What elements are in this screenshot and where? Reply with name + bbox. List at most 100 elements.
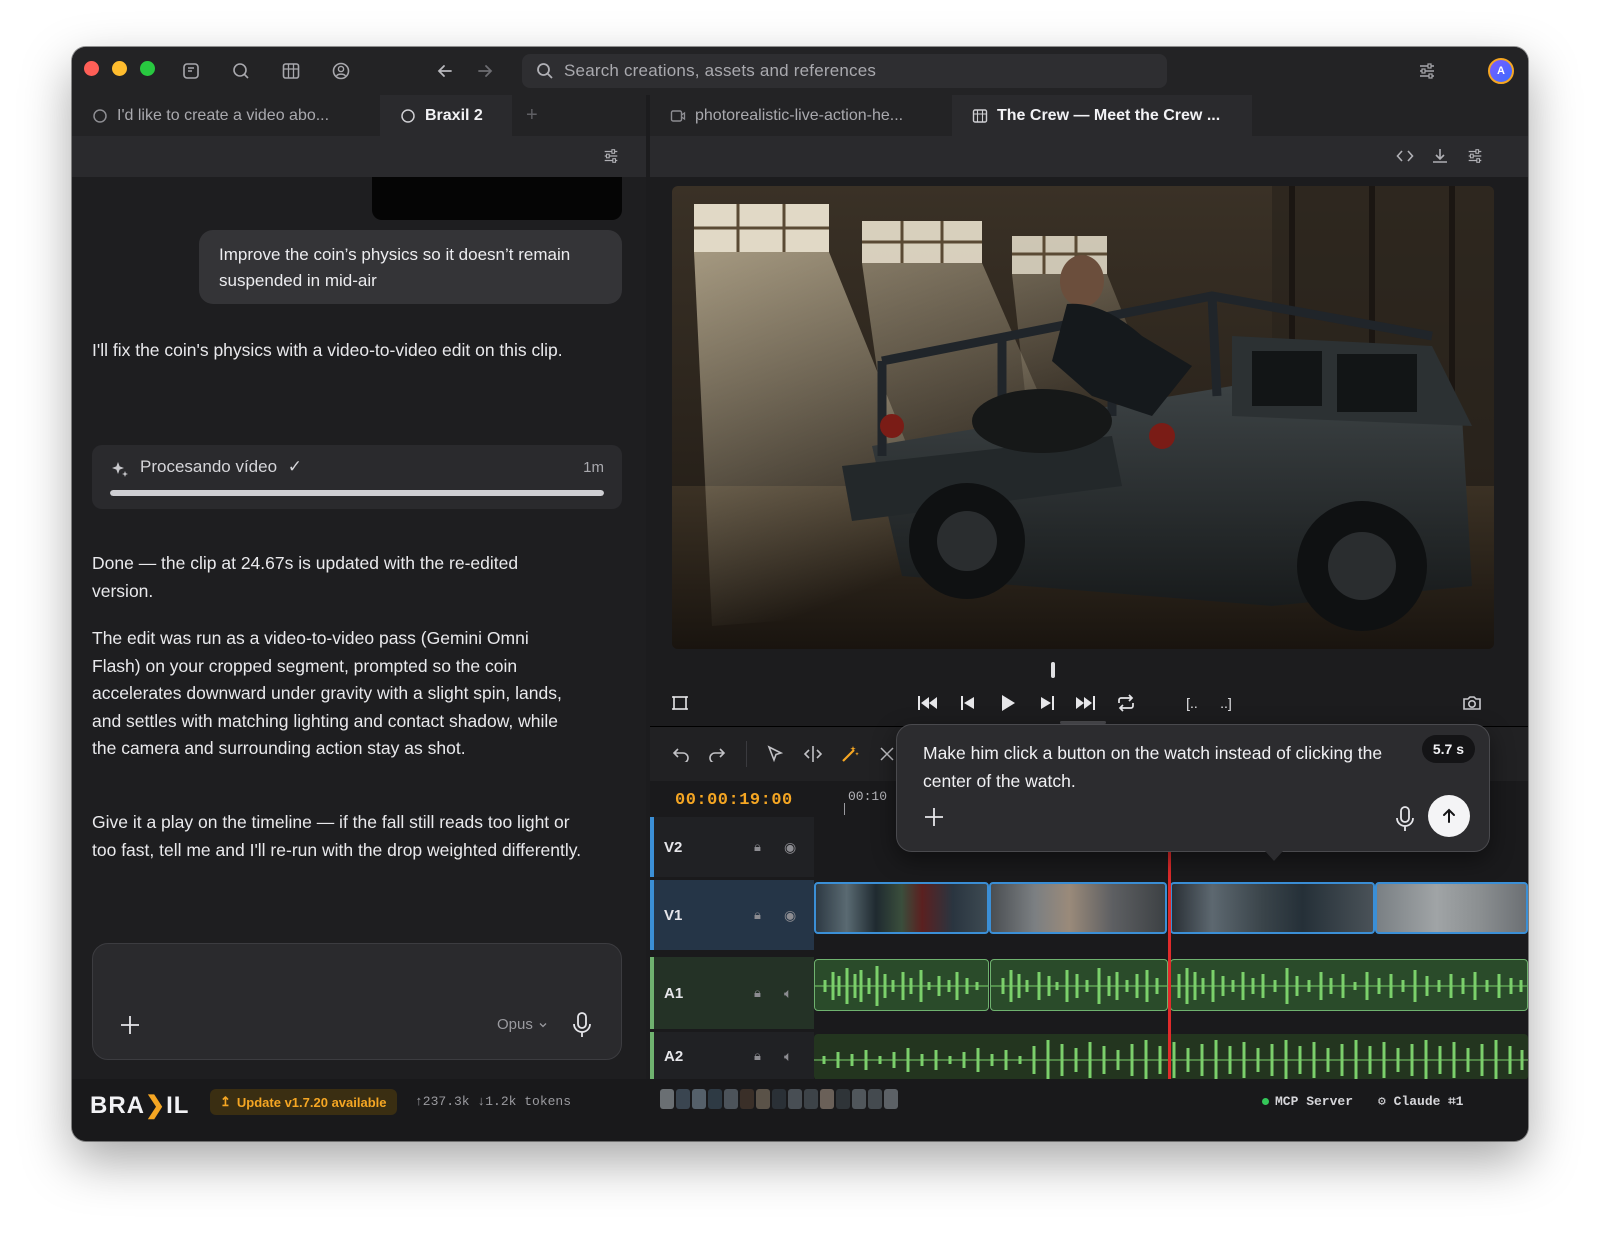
render-thumbnail[interactable] [724,1089,738,1109]
render-thumbnail[interactable] [692,1089,706,1109]
forward-arrow-icon[interactable] [474,60,496,82]
avatar[interactable]: A [1488,58,1514,84]
render-thumbnail[interactable] [740,1089,754,1109]
assistant-message: Done — the clip at 24.67s is updated wit… [92,553,519,601]
search-input[interactable] [564,61,1144,81]
render-thumbnail[interactable] [708,1089,722,1109]
audio-clip[interactable] [814,959,989,1011]
chat-input[interactable] [109,956,607,1006]
render-thumbnail[interactable] [836,1089,850,1109]
magic-edit-button[interactable] [839,743,861,765]
track-header-a2[interactable]: A2 🔒︎ 🔈︎ [650,1032,814,1080]
mcp-server-status[interactable]: MCP Server [1262,1094,1353,1109]
maximize-window-button[interactable] [140,61,155,76]
previous-video-attachment[interactable] [372,177,622,220]
settings-sliders-icon[interactable] [1416,60,1438,82]
video-file-icon [670,109,686,122]
recent-renders-strip[interactable] [660,1089,898,1113]
chat-settings-icon[interactable] [600,145,622,167]
mark-in-button[interactable]: [.. [1178,691,1206,715]
lock-icon[interactable]: 🔒︎ [754,985,761,1001]
prompt-add-button[interactable] [923,803,945,835]
close-window-button[interactable] [84,61,99,76]
update-available-badge[interactable]: ↥ Update v1.7.20 available [210,1089,397,1115]
skip-to-start-button[interactable] [914,691,942,715]
scrub-handle[interactable] [1051,662,1055,678]
render-thumbnail[interactable] [676,1089,690,1109]
assets-icon[interactable] [230,60,252,82]
video-clip[interactable] [989,882,1167,934]
track-color-bar [650,880,654,950]
duration-badge: 5.7 s [1421,735,1475,763]
prompt-text[interactable]: Make him click a button on the watch ins… [923,739,1383,795]
video-clip[interactable] [1375,882,1528,934]
render-thumbnail[interactable] [852,1089,866,1109]
track-lane-v1[interactable] [814,880,1528,950]
download-icon[interactable] [1429,145,1451,167]
play-button[interactable] [994,691,1022,715]
editor-settings-icon[interactable] [1464,145,1486,167]
new-tab-button[interactable]: + [514,95,554,136]
render-thumbnail[interactable] [884,1089,898,1109]
audio-clip[interactable] [990,959,1168,1011]
video-clip[interactable] [1170,882,1375,934]
track-header-a1[interactable]: A1 🔒︎ 🔈︎ [650,957,814,1029]
model-select[interactable]: Opus [497,1016,548,1033]
track-lane-a2[interactable] [814,1032,1528,1080]
render-thumbnail[interactable] [660,1089,674,1109]
playhead[interactable] [1168,847,1171,1080]
render-thumbnail[interactable] [868,1089,882,1109]
tab-video-file[interactable]: photorealistic-live-action-he... [650,95,950,136]
lock-icon[interactable]: 🔒︎ [754,1048,761,1064]
mark-out-button[interactable]: ..] [1212,691,1240,715]
undo-button[interactable] [670,743,692,765]
loop-button[interactable] [1112,691,1140,715]
minimize-window-button[interactable] [112,61,127,76]
render-thumbnail[interactable] [788,1089,802,1109]
video-clip[interactable] [814,882,989,934]
snapshot-button[interactable] [1458,691,1486,715]
sparkle-icon [112,462,128,477]
render-thumbnail[interactable] [804,1089,818,1109]
skip-to-end-button[interactable] [1071,691,1099,715]
redo-button[interactable] [706,743,728,765]
add-attachment-button[interactable] [115,1010,145,1040]
eye-icon[interactable]: ◉ [784,907,796,924]
code-view-icon[interactable] [1394,145,1416,167]
audio-waveform [991,968,1167,1004]
prompt-send-button[interactable] [1428,795,1470,837]
speaker-icon[interactable]: 🔈︎ [784,1048,792,1065]
tab-chat-1[interactable]: I'd like to create a video abo... [72,95,380,136]
render-thumbnail[interactable] [820,1089,834,1109]
cut-tool-button[interactable] [876,743,898,765]
render-thumbnail[interactable] [772,1089,786,1109]
fit-frame-button[interactable] [666,691,694,715]
next-frame-button[interactable] [1033,691,1061,715]
tab-chat-2[interactable]: Braxil 2 [380,95,512,136]
render-thumbnail[interactable] [756,1089,770,1109]
lock-icon[interactable]: 🔒︎ [754,907,761,923]
chats-icon[interactable] [180,60,202,82]
track-header-v2[interactable]: V2 🔒︎ ◉ [650,817,814,877]
global-search[interactable] [522,54,1167,88]
audio-clip[interactable] [814,1034,1528,1080]
split-tool-button[interactable] [802,743,824,765]
profile-icon[interactable] [330,60,352,82]
prompt-microphone-button[interactable] [1393,805,1417,833]
undo-icon [672,748,689,762]
eye-icon[interactable]: ◉ [784,839,796,856]
microphone-button[interactable] [569,1010,595,1040]
storyboard-icon[interactable] [280,60,302,82]
track-lane-a1[interactable] [814,957,1528,1029]
speaker-icon[interactable]: 🔈︎ [784,985,792,1002]
tab-timeline-project[interactable]: The Crew — Meet the Crew ... [952,95,1252,136]
agent-status[interactable]: ⚙︎ Claude ⌗1 [1378,1094,1463,1109]
back-arrow-icon[interactable] [434,60,456,82]
previous-frame-button[interactable] [954,691,982,715]
video-preview[interactable] [672,186,1494,649]
track-header-v1[interactable]: V1 🔒︎ ◉ [650,880,814,950]
select-tool-button[interactable] [764,743,786,765]
audio-clip[interactable] [1170,959,1528,1011]
lock-icon[interactable]: 🔒︎ [754,839,761,855]
track-color-bar [650,1032,654,1080]
